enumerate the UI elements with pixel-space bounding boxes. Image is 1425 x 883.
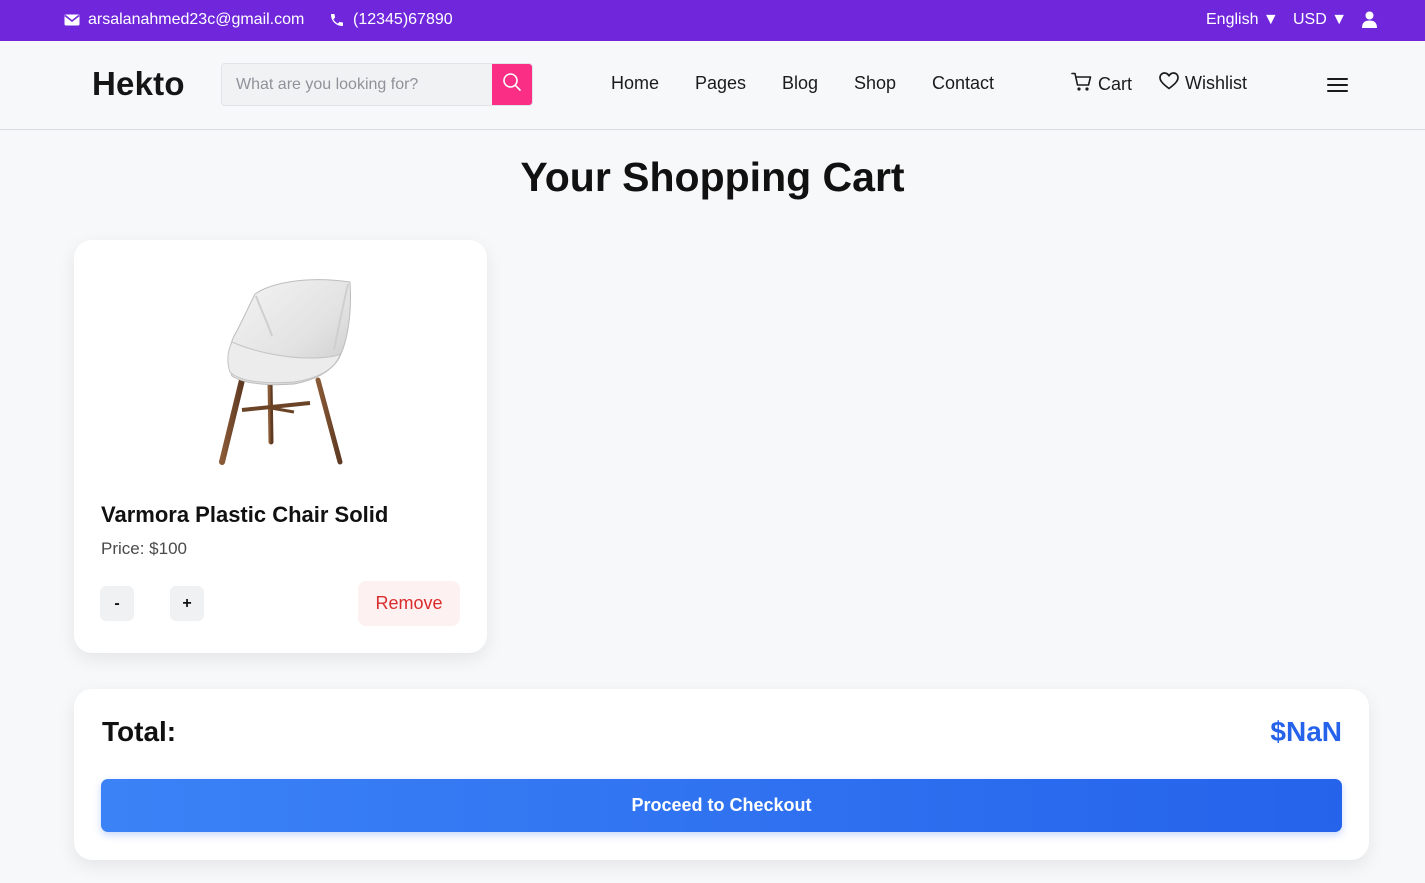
nav-home[interactable]: Home: [611, 73, 659, 94]
phone-text: (12345)67890: [353, 11, 453, 28]
mail-icon: [64, 14, 80, 26]
decrement-quantity-button[interactable]: -: [100, 586, 134, 621]
page-title: Your Shopping Cart: [520, 154, 905, 200]
contact-phone[interactable]: (12345)67890: [329, 11, 453, 29]
checkout-button[interactable]: Proceed to Checkout: [101, 779, 1342, 832]
wishlist-label: Wishlist: [1185, 73, 1247, 93]
increment-quantity-button[interactable]: +: [170, 586, 204, 621]
nav-contact[interactable]: Contact: [932, 73, 994, 94]
top-bar: arsalanahmed23c@gmail.com (12345)67890 E…: [0, 0, 1425, 41]
contact-email[interactable]: arsalanahmed23c@gmail.com: [64, 11, 304, 29]
search-input[interactable]: [222, 64, 493, 105]
hamburger-icon[interactable]: [1327, 76, 1349, 94]
search-bar: [221, 63, 533, 106]
cart-summary-panel: [74, 689, 1369, 860]
main-header: Hekto Home Pages Blog Shop Contact Cart …: [0, 41, 1425, 130]
total-value: $NaN: [1270, 716, 1342, 747]
total-label: Total:: [102, 716, 177, 747]
wishlist-link[interactable]: Wishlist: [1159, 72, 1247, 95]
nav-blog[interactable]: Blog: [782, 73, 818, 94]
heart-icon: [1159, 72, 1179, 95]
remove-item-button[interactable]: Remove: [358, 581, 460, 626]
email-text: arsalanahmed23c@gmail.com: [88, 11, 305, 28]
currency-select[interactable]: USD ▼: [1293, 11, 1347, 29]
nav-pages[interactable]: Pages: [695, 73, 746, 94]
product-name: Varmora Plastic Chair Solid: [101, 502, 389, 527]
product-image: [210, 272, 360, 478]
language-select[interactable]: English ▼: [1206, 11, 1279, 29]
site-logo[interactable]: Hekto: [92, 65, 185, 103]
search-button[interactable]: [492, 64, 532, 105]
nav-shop[interactable]: Shop: [854, 73, 896, 94]
cart-icon: [1071, 72, 1092, 97]
product-price: Price: $100: [101, 539, 187, 558]
search-icon: [502, 72, 522, 97]
user-icon[interactable]: [1362, 11, 1377, 28]
phone-icon: [329, 12, 345, 28]
cart-label: Cart: [1098, 74, 1133, 94]
cart-link[interactable]: Cart: [1071, 72, 1132, 97]
